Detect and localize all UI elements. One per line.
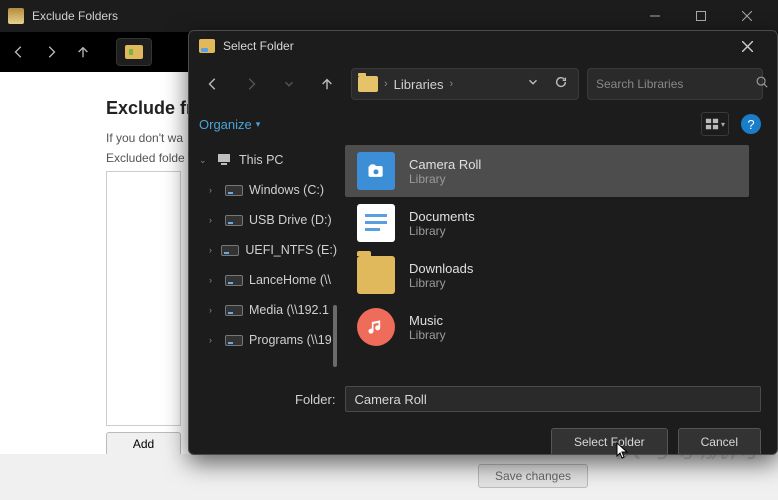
add-button[interactable]: Add <box>106 432 181 456</box>
chevron-right-icon: › <box>450 78 454 90</box>
chevron-right-icon: › <box>384 78 388 90</box>
save-changes-button[interactable]: Save changes <box>478 464 588 488</box>
expand-icon[interactable]: › <box>209 185 219 195</box>
library-item[interactable]: Camera RollLibrary <box>345 145 749 197</box>
close-button[interactable] <box>724 0 770 32</box>
refresh-button[interactable] <box>554 75 568 94</box>
docs-icon <box>357 204 395 242</box>
excluded-list[interactable] <box>106 171 181 426</box>
dialog-toolbar: Organize ▾ ▾ ? <box>189 107 777 141</box>
dialog-up-button[interactable] <box>317 74 337 94</box>
tree-item[interactable]: › Windows (C:) <box>189 175 337 205</box>
library-sub: Library <box>409 276 473 290</box>
dialog-recent-button[interactable] <box>279 74 299 94</box>
drive-icon <box>221 243 239 257</box>
select-folder-dialog: Select Folder › Libraries › Organi <box>188 30 778 455</box>
cancel-button[interactable]: Cancel <box>678 428 761 455</box>
folder-icon <box>125 45 143 59</box>
up-button[interactable] <box>74 43 92 61</box>
dialog-address-bar[interactable]: › Libraries › <box>351 68 579 100</box>
forward-button[interactable] <box>42 43 60 61</box>
pc-icon <box>215 153 233 167</box>
dialog-icon <box>199 39 215 53</box>
tree-item[interactable]: › UEFI_NTFS (E:) <box>189 235 337 265</box>
down-icon <box>357 256 395 294</box>
library-sub: Library <box>409 328 446 342</box>
view-mode-button[interactable]: ▾ <box>701 112 729 136</box>
folder-icon <box>358 76 378 92</box>
dialog-forward-button[interactable] <box>241 74 261 94</box>
drive-icon <box>225 333 243 347</box>
parent-title: Exclude Folders <box>32 9 632 23</box>
parent-titlebar: Exclude Folders <box>0 0 778 32</box>
chevron-down-icon: ▾ <box>256 119 261 130</box>
library-name: Documents <box>409 209 475 224</box>
library-item[interactable]: DownloadsLibrary <box>345 249 749 301</box>
dialog-footer: Folder: Select Folder Cancel <box>189 376 777 454</box>
library-list: Camera RollLibraryDocumentsLibraryDownlo… <box>337 141 777 376</box>
tree-item[interactable]: › LanceHome (\\ <box>189 265 337 295</box>
maximize-button[interactable] <box>678 0 724 32</box>
organize-menu[interactable]: Organize ▾ <box>199 117 260 132</box>
select-folder-button[interactable]: Select Folder <box>551 428 668 455</box>
drive-icon <box>225 303 243 317</box>
tree-label: This PC <box>239 153 283 167</box>
tree-panel: ⌄ This PC › Windows (C:) › USB Drive (D:) › U… <box>189 141 337 376</box>
library-item[interactable]: DocumentsLibrary <box>345 197 749 249</box>
library-name: Camera Roll <box>409 157 481 172</box>
organize-label: Organize <box>199 117 252 132</box>
tree-label: LanceHome (\\ <box>249 273 331 287</box>
tree-label: Programs (\\19 <box>249 333 332 347</box>
folder-field-label: Folder: <box>295 392 335 407</box>
music-icon <box>357 308 395 346</box>
dialog-search[interactable] <box>587 68 763 100</box>
app-icon <box>8 8 24 24</box>
dialog-title: Select Folder <box>223 39 727 53</box>
tree-item[interactable]: › Programs (\\19 <box>189 325 337 355</box>
minimize-button[interactable] <box>632 0 678 32</box>
expand-icon[interactable]: › <box>209 245 215 255</box>
search-input[interactable] <box>596 77 751 91</box>
tree-label: USB Drive (D:) <box>249 213 332 227</box>
drive-icon <box>225 213 243 227</box>
tree-label: Windows (C:) <box>249 183 324 197</box>
library-sub: Library <box>409 172 481 186</box>
library-sub: Library <box>409 224 475 238</box>
drive-icon <box>225 273 243 287</box>
parent-bottom-bar: Save changes <box>0 454 778 500</box>
drive-icon <box>225 183 243 197</box>
back-button[interactable] <box>10 43 28 61</box>
search-icon[interactable] <box>755 75 769 94</box>
breadcrumb-libraries[interactable]: Libraries <box>394 77 444 92</box>
tree-this-pc[interactable]: ⌄ This PC <box>189 145 337 175</box>
library-name: Downloads <box>409 261 473 276</box>
dialog-nav: › Libraries › <box>189 61 777 107</box>
dialog-close-button[interactable] <box>727 31 767 61</box>
tree-label: Media (\\192.1 <box>249 303 329 317</box>
parent-address-bar[interactable] <box>116 38 152 66</box>
address-dropdown-button[interactable] <box>526 75 540 94</box>
collapse-icon[interactable]: ⌄ <box>199 155 209 166</box>
help-button[interactable]: ? <box>741 114 761 134</box>
tree-item[interactable]: › Media (\\192.1 <box>189 295 337 325</box>
expand-icon[interactable]: › <box>209 305 219 315</box>
library-item[interactable]: MusicLibrary <box>345 301 749 353</box>
camera-icon <box>357 152 395 190</box>
expand-icon[interactable]: › <box>209 275 219 285</box>
dialog-back-button[interactable] <box>203 74 223 94</box>
tree-item[interactable]: › USB Drive (D:) <box>189 205 337 235</box>
tree-label: UEFI_NTFS (E:) <box>245 243 337 257</box>
folder-field[interactable] <box>345 386 761 412</box>
expand-icon[interactable]: › <box>209 215 219 225</box>
expand-icon[interactable]: › <box>209 335 219 345</box>
chevron-down-icon: ▾ <box>721 120 725 129</box>
library-name: Music <box>409 313 446 328</box>
dialog-titlebar: Select Folder <box>189 31 777 61</box>
